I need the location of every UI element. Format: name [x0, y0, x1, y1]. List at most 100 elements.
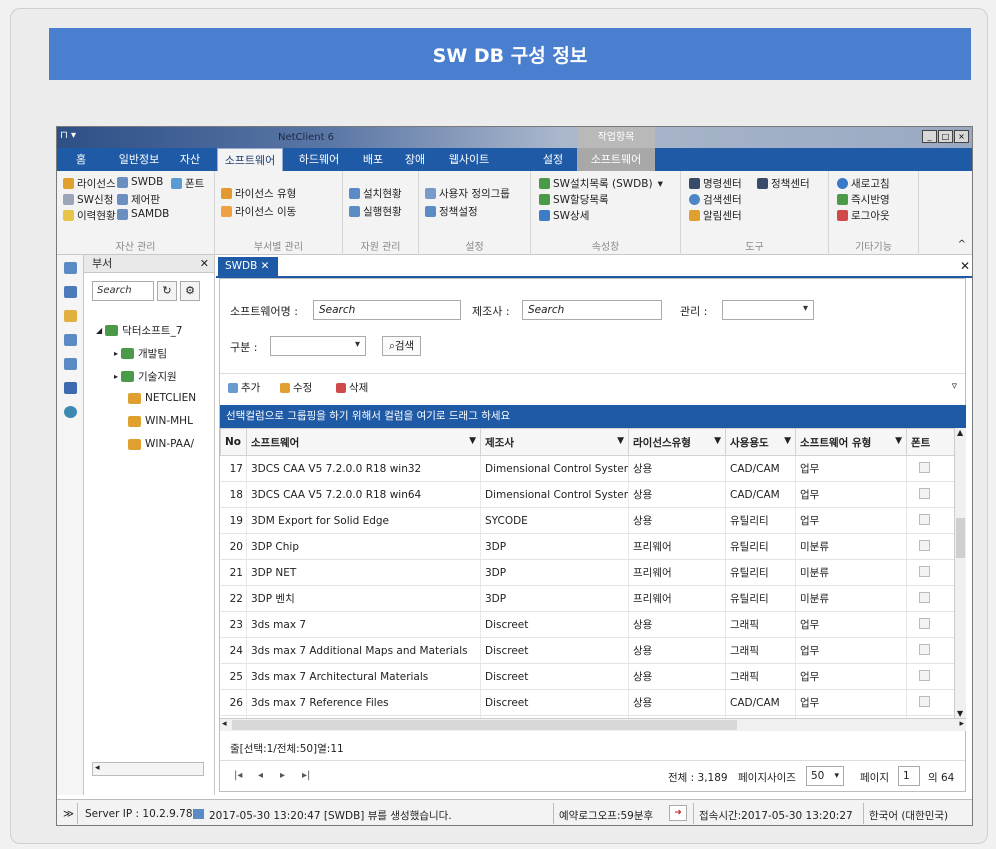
scroll-right-icon[interactable]: ▸	[959, 719, 964, 729]
scroll-down-icon[interactable]: ▼	[957, 709, 963, 718]
quick-access-toolbar[interactable]: ⊓ ▾	[60, 130, 76, 141]
scroll-left-icon[interactable]: ◂	[95, 763, 100, 773]
filter-icon[interactable]: ▼	[895, 436, 902, 446]
table-row[interactable]: 17 3DCS CAA V5 7.2.0.0 R18 win32 Dimension…	[220, 455, 954, 482]
tree-node-pc[interactable]: NETCLIEN	[128, 392, 196, 404]
first-page-button[interactable]: |◂	[234, 770, 242, 781]
monitor-icon[interactable]	[63, 334, 77, 346]
font-checkbox[interactable]	[919, 617, 930, 629]
table-row[interactable]: 22 3DP 벤치 3DP 프리웨어 유틸리티 미분류	[220, 585, 954, 612]
tab-context-software[interactable]: 소프트웨어	[577, 148, 655, 171]
font-checkbox[interactable]	[919, 643, 930, 655]
edit-button[interactable]: 수정	[280, 380, 312, 395]
font-checkbox[interactable]	[919, 565, 930, 577]
control-panel-button[interactable]: 제어판	[117, 192, 160, 207]
close-button[interactable]: ×	[954, 130, 969, 143]
sw-detail-button[interactable]: SW상세	[539, 208, 589, 223]
language[interactable]: 한국어 (대한민국)	[869, 808, 948, 823]
tab-home[interactable]: 홈	[63, 148, 99, 171]
group-by-hint[interactable]: 선택컬럼으로 그룹핑을 하기 위해서 컬럼을 여기로 드래그 하세요	[220, 405, 966, 428]
col-license-type[interactable]: 라이선스유형 ▼	[628, 428, 726, 456]
tree-node-support[interactable]: ▸ 기술지원	[114, 369, 177, 384]
filter-icon[interactable]: ▼	[784, 436, 791, 446]
tab-deploy[interactable]: 배포	[355, 148, 391, 171]
sw-install-list-button[interactable]: SW설치목록 (SWDB) ▾	[539, 176, 663, 191]
tab-software[interactable]: 소프트웨어	[217, 148, 283, 171]
filter-icon[interactable]: ▼	[469, 436, 476, 446]
globe-icon[interactable]	[63, 406, 77, 418]
close-icon[interactable]: ✕	[200, 255, 209, 273]
font-checkbox[interactable]	[919, 695, 930, 707]
kind-select[interactable]	[270, 336, 366, 356]
font-checkbox[interactable]	[919, 539, 930, 551]
scrollbar-thumb[interactable]	[956, 518, 965, 558]
swdb-button[interactable]: SWDB	[117, 176, 163, 188]
run-status-button[interactable]: 실행현황	[349, 204, 402, 219]
col-no[interactable]: No	[220, 428, 247, 456]
apply-now-button[interactable]: 즉시반영	[837, 192, 890, 207]
license-type-button[interactable]: 라이선스 유형	[221, 186, 296, 201]
tree-node-root[interactable]: ◢ 닥터소프트_7	[96, 323, 182, 338]
prev-page-button[interactable]: ◂	[258, 770, 263, 781]
policy-center-button[interactable]: 정책센터	[757, 176, 810, 191]
dept-horizontal-scrollbar[interactable]: ◂	[92, 762, 204, 776]
tab-settings[interactable]: 설정	[533, 148, 573, 171]
manage-select[interactable]	[722, 300, 814, 320]
gear-icon[interactable]: ⚙	[180, 281, 200, 301]
tab-asset[interactable]: 자산	[171, 148, 209, 171]
scroll-up-icon[interactable]: ▲	[957, 428, 963, 437]
refresh-button[interactable]: 새로고침	[837, 176, 890, 191]
tab-fault[interactable]: 장애	[397, 148, 433, 171]
table-row[interactable]: 23 3ds max 7 Discreet 상용 그래픽 업무	[220, 611, 954, 638]
table-row[interactable]: 26 3ds max 7 Reference Files Discreet 상용 CAD…	[220, 689, 954, 716]
ribbon-collapse-icon[interactable]: ^	[958, 239, 966, 250]
samdb-button[interactable]: SAMDB	[117, 208, 169, 220]
table-row[interactable]: 21 3DP NET 3DP 프리웨어 유틸리티 미분류	[220, 559, 954, 586]
folder-icon[interactable]	[63, 310, 77, 322]
tab-general[interactable]: 일반정보	[111, 148, 167, 171]
delete-button[interactable]: 삭제	[336, 380, 368, 395]
filter-icon[interactable]: ▼	[714, 436, 721, 446]
table-row[interactable]: 24 3ds max 7 Additional Maps and Material…	[220, 637, 954, 664]
grid-vertical-scrollbar[interactable]: ▲ ▼	[954, 428, 966, 718]
scrollbar-thumb[interactable]	[232, 720, 737, 730]
font-checkbox[interactable]	[919, 461, 930, 473]
tab-website[interactable]: 웹사이트	[441, 148, 497, 171]
tab-hardware[interactable]: 하드웨어	[289, 148, 349, 171]
col-maker[interactable]: 제조사 ▼	[480, 428, 629, 456]
search-center-button[interactable]: 검색센터	[689, 192, 742, 207]
tree-node-dev[interactable]: ▸ 개발팀	[114, 346, 167, 361]
swdb-doc-tab[interactable]: SWDB ✕	[218, 257, 278, 276]
filter-icon[interactable]: ▼	[617, 436, 624, 446]
col-sw-type[interactable]: 소프트웨어 유형 ▼	[795, 428, 907, 456]
user-group-button[interactable]: 사용자 정의그룹	[425, 186, 510, 201]
org-chart-icon[interactable]	[63, 286, 77, 298]
font-button[interactable]: 폰트	[171, 176, 204, 191]
last-page-button[interactable]: ▸|	[302, 770, 310, 781]
device-icon[interactable]	[63, 358, 77, 370]
license-button[interactable]: 라이선스	[63, 176, 116, 191]
collapse-icon[interactable]: ≫	[63, 808, 74, 820]
package-icon[interactable]	[63, 382, 77, 394]
font-checkbox[interactable]	[919, 487, 930, 499]
maker-input[interactable]: Search	[522, 300, 662, 320]
grid-horizontal-scrollbar[interactable]: ◂ ▸	[220, 718, 966, 731]
scroll-left-icon[interactable]: ◂	[222, 719, 227, 729]
next-page-button[interactable]: ▸	[280, 770, 285, 781]
policy-setting-button[interactable]: 정책설정	[425, 204, 478, 219]
maximize-button[interactable]: □	[938, 130, 953, 143]
license-move-button[interactable]: 라이선스 이동	[221, 204, 296, 219]
building-icon[interactable]	[63, 262, 77, 274]
sw-request-button[interactable]: SW신청	[63, 192, 113, 207]
page-size-select[interactable]: 50 ▾	[806, 766, 844, 786]
search-button[interactable]: ⌕검색	[382, 336, 422, 356]
refresh-icon[interactable]: ↻	[157, 281, 177, 301]
font-checkbox[interactable]	[919, 513, 930, 525]
history-button[interactable]: 이력현황	[63, 208, 116, 223]
font-checkbox[interactable]	[919, 591, 930, 603]
tree-node-pc[interactable]: WIN-PAA/	[128, 438, 194, 450]
command-center-button[interactable]: 명령센터	[689, 176, 742, 191]
sw-name-input[interactable]: Search	[313, 300, 461, 320]
expand-icon[interactable]: ▿	[952, 380, 957, 392]
col-font[interactable]: 폰트	[906, 428, 954, 456]
